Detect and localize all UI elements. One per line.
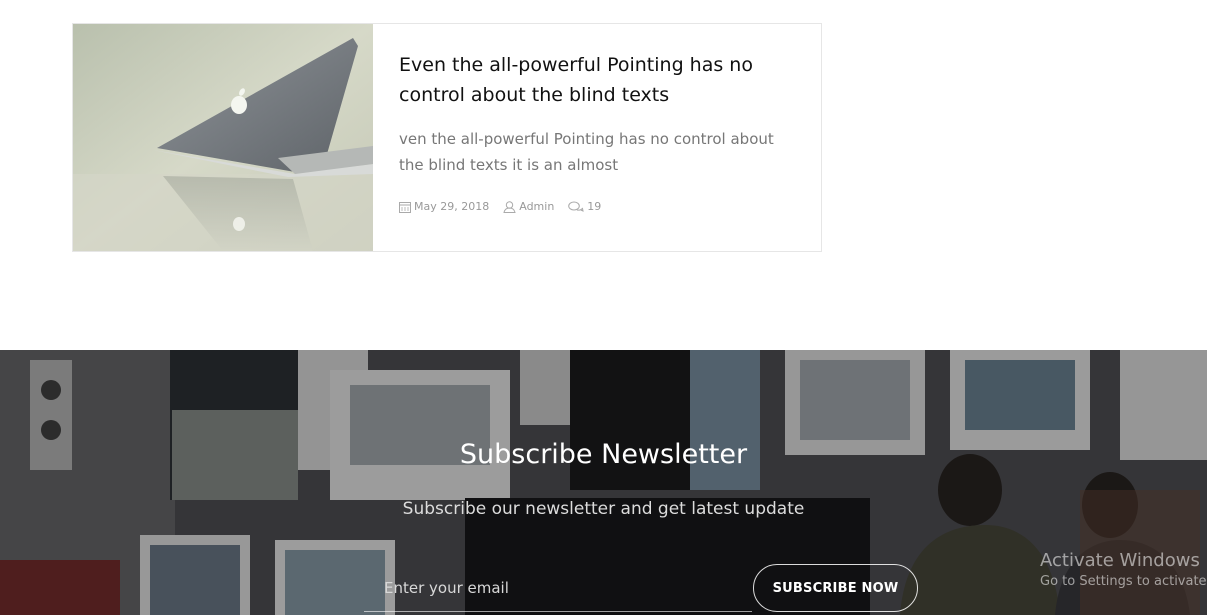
newsletter-form: SUBSCRIBE NOW bbox=[364, 564, 920, 615]
blog-post-excerpt: ven the all-powerful Pointing has no con… bbox=[399, 130, 774, 174]
activate-windows-title: Activate Windows bbox=[1040, 550, 1200, 571]
post-author-link[interactable]: Admin bbox=[503, 200, 554, 213]
activate-windows-watermark: Activate Windows Go to Settings to activ… bbox=[1040, 550, 1207, 591]
newsletter-title: Subscribe Newsletter bbox=[459, 439, 748, 470]
activate-windows-hint: Go to Settings to activate bbox=[1040, 574, 1207, 589]
post-date: May 29, 2018 bbox=[414, 200, 490, 213]
user-icon bbox=[503, 200, 516, 213]
blog-card-image[interactable] bbox=[73, 24, 373, 251]
laptop-photo bbox=[73, 24, 373, 251]
newsletter-section: Subscribe Newsletter Subscribe our newsl… bbox=[0, 350, 1207, 615]
post-comment-count: 19 bbox=[587, 200, 602, 213]
newsletter-subtitle: Subscribe our newsletter and get latest … bbox=[402, 499, 805, 519]
blog-post-meta: May 29, 2018 Admin 19 bbox=[399, 200, 795, 213]
comments-icon bbox=[568, 201, 584, 212]
blog-card-body: Even the all-powerful Pointing has no co… bbox=[373, 24, 821, 251]
page: Even the all-powerful Pointing has no co… bbox=[0, 0, 1207, 615]
post-author: Admin bbox=[519, 200, 555, 213]
post-comments-link[interactable]: 19 bbox=[568, 200, 601, 213]
blog-card: Even the all-powerful Pointing has no co… bbox=[72, 23, 822, 252]
calendar-icon bbox=[399, 201, 411, 213]
blog-post-title[interactable]: Even the all-powerful Pointing has no co… bbox=[399, 50, 795, 110]
newsletter-email-input[interactable] bbox=[364, 564, 752, 612]
subscribe-now-button[interactable]: SUBSCRIBE NOW bbox=[753, 564, 918, 612]
post-date-link[interactable]: May 29, 2018 bbox=[399, 200, 489, 213]
